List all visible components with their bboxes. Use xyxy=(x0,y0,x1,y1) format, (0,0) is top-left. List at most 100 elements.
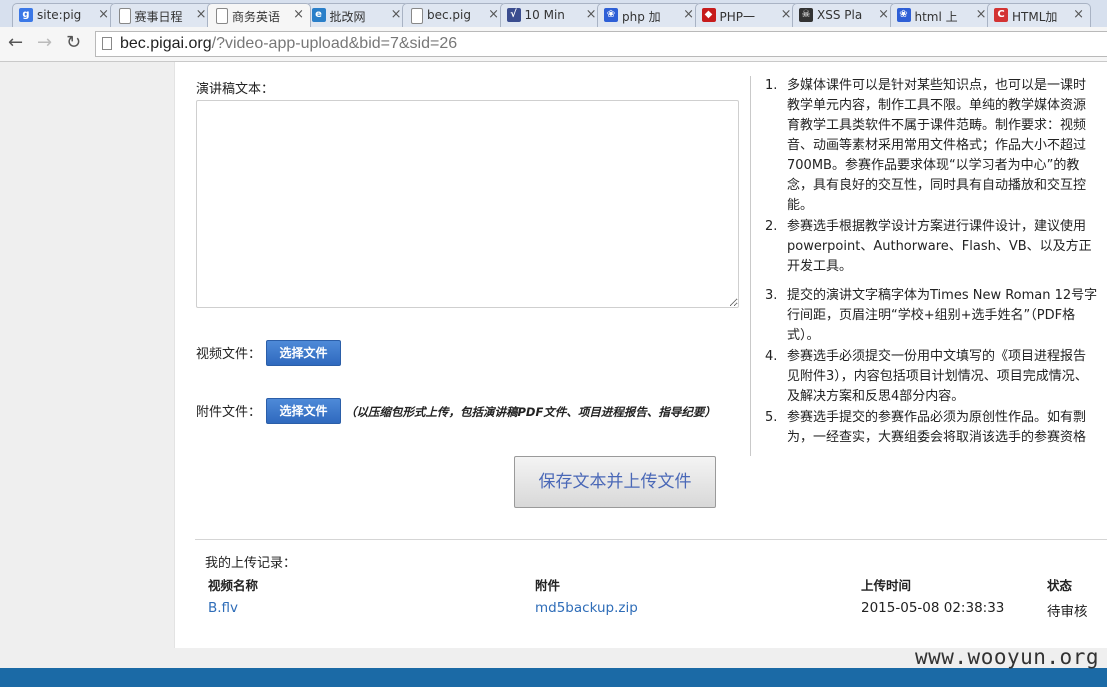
section-divider xyxy=(195,539,1107,540)
close-tab-icon[interactable]: × xyxy=(976,7,987,22)
redhat-icon: ◆ xyxy=(701,8,716,22)
save-upload-button[interactable]: 保存文本并上传文件 xyxy=(514,456,716,508)
address-bar[interactable]: bec.pigai.org/?video-app-upload&bid=7&si… xyxy=(95,31,1107,57)
browser-tab[interactable]: ❀ php 加 × xyxy=(597,3,701,27)
video-file-label: 视频文件： xyxy=(196,347,262,362)
close-tab-icon[interactable]: × xyxy=(1073,7,1084,22)
rule-line: powerpoint、Authorware、Flash、VB、以及方正 xyxy=(787,239,1092,254)
rule-item: 2. 参赛选手根据教学设计方案进行课件设计，建议使用 powerpoint、Auth… xyxy=(765,217,1107,277)
rule-line: 式）。 xyxy=(787,328,820,343)
rule-number: 1. xyxy=(765,78,778,93)
rule-number: 3. xyxy=(765,288,778,303)
browser-tab[interactable]: ❀ html 上 × xyxy=(889,3,994,27)
browser-tab[interactable]: e 批改网 × xyxy=(304,3,409,27)
close-tab-icon[interactable]: × xyxy=(781,7,792,22)
browser-tab[interactable]: ◆ PHP一 × xyxy=(694,3,799,27)
tab-title: HTML加 xyxy=(1012,10,1058,24)
tab-title: 批改网 xyxy=(329,10,366,24)
upload-panel: 演讲稿文本： 视频文件： 选择文件 附件文件： 选择文件 （以压缩包形式上传，包… xyxy=(174,62,1107,648)
url-host: bec.pigai.org xyxy=(120,35,212,52)
rule-item: 5. 参赛选手提交的参赛作品必须为原创性作品。如有剽 为，一经查实，大赛组委会将取消… xyxy=(765,408,1107,448)
rule-line: 提交的演讲文字稿字体为Times New Roman 12号字 xyxy=(787,288,1098,303)
page-icon xyxy=(118,8,131,24)
tab-title: XSS Pla xyxy=(817,8,863,22)
forward-arrow-icon[interactable]: → xyxy=(37,33,52,53)
baidu-paw-icon: ❀ xyxy=(896,8,911,22)
browser-tab[interactable]: bec.pig × xyxy=(402,3,506,27)
back-arrow-icon[interactable]: ← xyxy=(8,33,23,53)
browser-tab[interactable]: g site:pig × xyxy=(12,3,116,27)
chart-icon: √ xyxy=(506,8,521,22)
rule-line: 育教学工具类软件不属于课件范畴。制作要求：视频 xyxy=(787,118,1087,133)
close-tab-icon[interactable]: × xyxy=(683,7,694,22)
rule-line: 参赛选手必须提交一份用中文填写的《项目进程报告 xyxy=(787,349,1087,364)
record-upload-time: 2015-05-08 02:38:33 xyxy=(861,600,1005,616)
rule-line: 音、动画等素材采用常用文件格式；作品大小不超过 xyxy=(787,138,1087,153)
rule-line: 开发工具。 xyxy=(787,259,853,274)
tab-strip: g site:pig × 赛事日程 × 商务英语 × e 批改网 × bec.pig × √ 10 Min… xyxy=(0,0,1107,28)
tab-title: 10 Min xyxy=(524,8,565,22)
attach-file-label: 附件文件： xyxy=(196,405,262,420)
csdn-icon: C xyxy=(994,8,1008,22)
rule-line: 教学单元内容，制作工具不限。单纯的教学媒体资源 xyxy=(787,98,1087,113)
close-tab-icon[interactable]: × xyxy=(293,7,304,22)
rule-line: 及解决方案和反思4部分内容。 xyxy=(787,389,965,404)
footer-bar xyxy=(0,668,1107,687)
close-tab-icon[interactable]: × xyxy=(878,7,889,22)
skull-icon: ☠ xyxy=(799,8,813,22)
record-status: 待审核 xyxy=(1047,604,1088,620)
rule-number: 4. xyxy=(765,349,778,364)
tab-title: site:pig xyxy=(37,8,82,22)
rule-item: 3. 提交的演讲文字稿字体为Times New Roman 12号字 行间距，页眉注… xyxy=(765,286,1107,346)
tab-title: html 上 xyxy=(914,10,958,24)
choose-video-file-button[interactable]: 选择文件 xyxy=(266,340,341,366)
close-tab-icon[interactable]: × xyxy=(196,7,207,22)
browser-tab[interactable]: 赛事日程 × xyxy=(109,3,214,27)
browser-tab[interactable]: ☠ XSS Pla × xyxy=(792,3,896,27)
close-tab-icon[interactable]: × xyxy=(488,7,499,22)
url-path: /?video-app-upload&bid=7&sid=26 xyxy=(211,35,458,52)
rule-line: 多媒体课件可以是针对某些知识点，也可以是一课时 xyxy=(787,78,1087,93)
col-header-time: 上传时间 xyxy=(861,578,912,593)
baidu-paw-icon: ❀ xyxy=(604,8,618,22)
rule-line: 参赛选手提交的参赛作品必须为原创性作品。如有剽 xyxy=(787,410,1087,425)
reload-icon[interactable]: ↻ xyxy=(66,33,81,53)
rules-list: 1. 多媒体课件可以是针对某些知识点，也可以是一课时 教学单元内容，制作工具不限。单… xyxy=(765,76,1107,449)
rule-line: 行间距，页眉注明“学校+组别+选手姓名”（PDF格 xyxy=(787,308,1076,323)
col-header-attachment: 附件 xyxy=(535,578,561,593)
attach-note: （以压缩包形式上传，包括演讲稿PDF文件、项目进程报告、指导纪要） xyxy=(345,405,716,419)
tab-title: 赛事日程 xyxy=(134,10,183,24)
rule-line: 能。 xyxy=(787,198,814,213)
rule-item: 1. 多媒体课件可以是针对某些知识点，也可以是一课时 教学单元内容，制作工具不限。单… xyxy=(765,76,1107,216)
rule-line: 参赛选手根据教学设计方案进行课件设计，建议使用 xyxy=(787,219,1087,234)
pigai-icon: e xyxy=(311,8,326,22)
record-video-link[interactable]: B.flv xyxy=(208,600,238,616)
record-attachment-link[interactable]: md5backup.zip xyxy=(535,600,638,616)
choose-attach-file-button[interactable]: 选择文件 xyxy=(266,398,341,424)
browser-toolbar: ← → ↻ bec.pigai.org/?video-app-upload&bi… xyxy=(0,27,1107,62)
google-icon: g xyxy=(19,8,33,22)
url-text: bec.pigai.org/?video-app-upload&bid=7&si… xyxy=(120,35,457,53)
tab-title: PHP一 xyxy=(719,10,756,24)
tab-title: bec.pig xyxy=(427,8,471,22)
speech-textarea[interactable] xyxy=(196,100,739,308)
browser-tab[interactable]: C HTML加 × xyxy=(987,3,1091,27)
close-tab-icon[interactable]: × xyxy=(586,7,597,22)
rule-line: 念，具有良好的交互性，同时具有自动播放和交互控 xyxy=(787,178,1087,193)
col-header-video: 视频名称 xyxy=(208,578,259,593)
rule-number: 2. xyxy=(765,219,778,234)
tab-title: 商务英语 xyxy=(232,10,281,24)
rule-line: 700MB。参赛作品要求体现“以学习者为中心”的教 xyxy=(787,158,1080,173)
watermark-text: www.wooyun.org xyxy=(914,645,1099,669)
page-icon xyxy=(102,37,112,50)
close-tab-icon[interactable]: × xyxy=(98,7,109,22)
browser-tab[interactable]: 商务英语 × xyxy=(207,3,311,27)
records-title: 我的上传记录： xyxy=(205,556,297,571)
col-header-status: 状态 xyxy=(1047,578,1073,593)
rule-item: 4. 参赛选手必须提交一份用中文填写的《项目进程报告 见附件3），内容包括项目计划情… xyxy=(765,347,1107,407)
rule-line: 为，一经查实，大赛组委会将取消该选手的参赛资格 xyxy=(787,430,1087,445)
close-tab-icon[interactable]: × xyxy=(391,7,402,22)
page-icon xyxy=(216,8,228,24)
browser-tab[interactable]: √ 10 Min × xyxy=(499,3,604,27)
page-icon xyxy=(411,8,423,24)
